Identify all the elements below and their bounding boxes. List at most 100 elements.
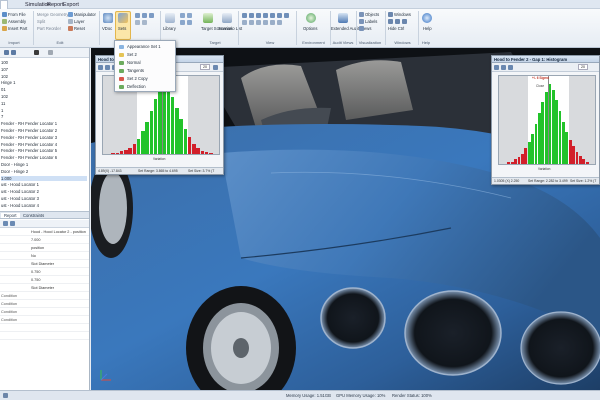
windows-button[interactable]: Windows [394,12,411,17]
tree-item[interactable]: 1 [1,108,3,113]
tree-tool-icon[interactable] [4,50,9,55]
menu-item-normal[interactable]: Normal [116,59,176,67]
windows-tool-icon[interactable] [402,19,407,24]
view-tool-icon[interactable] [270,13,275,18]
view-tool-icon[interactable] [270,20,275,25]
target-tool-icon[interactable] [180,20,185,25]
tree-item[interactable]: Fender - RH Fender Locator 5 [1,148,57,153]
tree-item[interactable]: 01 [1,87,6,92]
windows-tool-icon[interactable] [395,19,400,24]
view-tool-icon[interactable] [284,13,289,18]
library-button[interactable]: Library [163,26,176,31]
insert-part-button[interactable]: Insert Part [8,26,27,31]
target-tool-icon[interactable] [180,13,185,18]
tree-item[interactable]: 7 [1,114,3,119]
tree-item[interactable]: 102 [1,74,8,79]
tree-item[interactable]: Fender - RH Fender Locator 2 [1,128,57,133]
histogram-tool-icon[interactable] [501,65,506,70]
menu-export[interactable]: Export [60,1,82,9]
zoom-field[interactable]: 20 [200,64,210,70]
histogram-tool-icon[interactable] [98,65,103,70]
view-tool-icon[interactable] [256,20,261,25]
property-row[interactable]: 0.750 [0,277,89,284]
property-row[interactable]: Hood - Hood Locator 2 - position [0,229,89,236]
zoom-icon[interactable] [213,65,218,70]
histogram-window-right[interactable]: Hood to Fender 2 - Gap 1: Histogram 20 +… [491,55,600,185]
menu-item-deflection[interactable]: Deflection [116,83,176,91]
histogram-tool-icon[interactable] [494,65,499,70]
tree-item[interactable]: 102 [1,94,8,99]
objects-button[interactable]: Objects [365,12,379,17]
tree-item[interactable]: Fender - RH Fender Locator 4 [1,142,57,147]
property-row[interactable]: Slot Diameter [0,261,89,268]
help-button[interactable]: Help [423,26,432,31]
property-row[interactable] [0,333,89,340]
property-row[interactable]: 0.750 [0,269,89,276]
tree-item[interactable]: 100 [1,60,8,65]
property-row[interactable]: No [0,253,89,260]
view-tool-icon[interactable] [249,20,254,25]
split-button[interactable]: Split [37,19,45,24]
view-tool-icon[interactable] [263,20,268,25]
target-tool-icon[interactable] [187,20,192,25]
view-tool-icon[interactable] [277,20,282,25]
tree-item[interactable]: Fender - RH Fender Locator 1 [1,121,57,126]
view-option-icon[interactable] [142,20,147,25]
binoculars-icon[interactable] [34,50,39,55]
property-row[interactable]: 7.000 [0,237,89,244]
histogram-tool-icon[interactable] [105,65,110,70]
labels-button[interactable]: Labels [365,19,377,24]
tree-item[interactable]: ust - Hood Locator 2 [1,189,39,194]
property-row[interactable]: Slot Diameter [0,285,89,292]
property-row[interactable] [0,325,89,332]
options-button[interactable]: Options [303,26,317,31]
target-tool-icon[interactable] [187,13,192,18]
view-tool-icon[interactable] [249,13,254,18]
sort-icon[interactable] [10,221,15,226]
histogram-title[interactable]: Hood to Fender 2 - Gap 1: Histogram [492,56,599,63]
tree-item[interactable]: ust - Hood Locator 4 [1,203,39,208]
tree-item[interactable]: Hinge 1 [1,80,15,85]
tree-item[interactable]: ust - Hood Locator 1 [1,182,39,187]
tree-item[interactable]: ust - Hood Locator 3 [1,196,39,201]
tree-item[interactable]: Door - Hinge 1 [1,162,28,167]
menu-item-appearance-set-1[interactable]: Appearance Set 1 [116,43,176,51]
manipulator-button[interactable]: Manipulator [74,12,96,17]
sort-icon[interactable] [3,221,8,226]
hide-ctrl-button[interactable]: Hide Ctrl [388,26,404,31]
view-tool-icon[interactable] [256,13,261,18]
part-reorder-button[interactable]: Part Reorder [37,26,61,31]
view-tool-icon[interactable] [242,13,247,18]
vdoc-button[interactable]: VDoc [102,26,112,31]
view-option-icon[interactable] [135,13,140,18]
menu-item-tangents[interactable]: Tangents [116,67,176,75]
tree-tool-icon[interactable] [48,50,53,55]
layer-button[interactable]: Layer [74,19,84,24]
view-option-icon[interactable] [149,13,154,18]
merge-geometry-button[interactable]: Merge Geometry [37,12,68,17]
tree-item[interactable]: Fender - RH Fender Locator 3 [1,135,57,140]
property-row[interactable]: position [0,245,89,252]
tree-item[interactable]: Fender - RH Fender Locator 6 [1,155,57,160]
tree-item[interactable]: 1.000 [1,175,87,181]
view-option-icon[interactable] [135,20,140,25]
extended-audit-views-button[interactable]: Extended Audit Views [331,26,371,31]
assembly-button[interactable]: Assembly [8,19,26,24]
visualization-tool-icon[interactable] [359,26,364,31]
tab-constraints[interactable]: Constraints [20,213,47,218]
windows-tool-icon[interactable] [388,19,393,24]
menu-item-set-2[interactable]: Set 2 [116,51,176,59]
reset-button[interactable]: Reset [74,26,85,31]
property-row[interactable]: Condition [0,301,89,308]
property-row[interactable]: Condition [0,293,89,300]
tab-report[interactable]: Report [1,213,20,218]
property-row[interactable]: Condition [0,317,89,324]
view-tool-icon[interactable] [263,13,268,18]
zoom-field[interactable]: 20 [578,64,588,70]
tree-item[interactable]: 11 [1,101,5,106]
menu-item-set-2-copy[interactable]: Set 2 Copy [116,75,176,83]
tree-tool-icon[interactable] [11,50,16,55]
property-row[interactable]: Condition [0,309,89,316]
view-tool-icon[interactable] [242,20,247,25]
tree-item[interactable]: Door - Hinge 2 [1,169,28,174]
